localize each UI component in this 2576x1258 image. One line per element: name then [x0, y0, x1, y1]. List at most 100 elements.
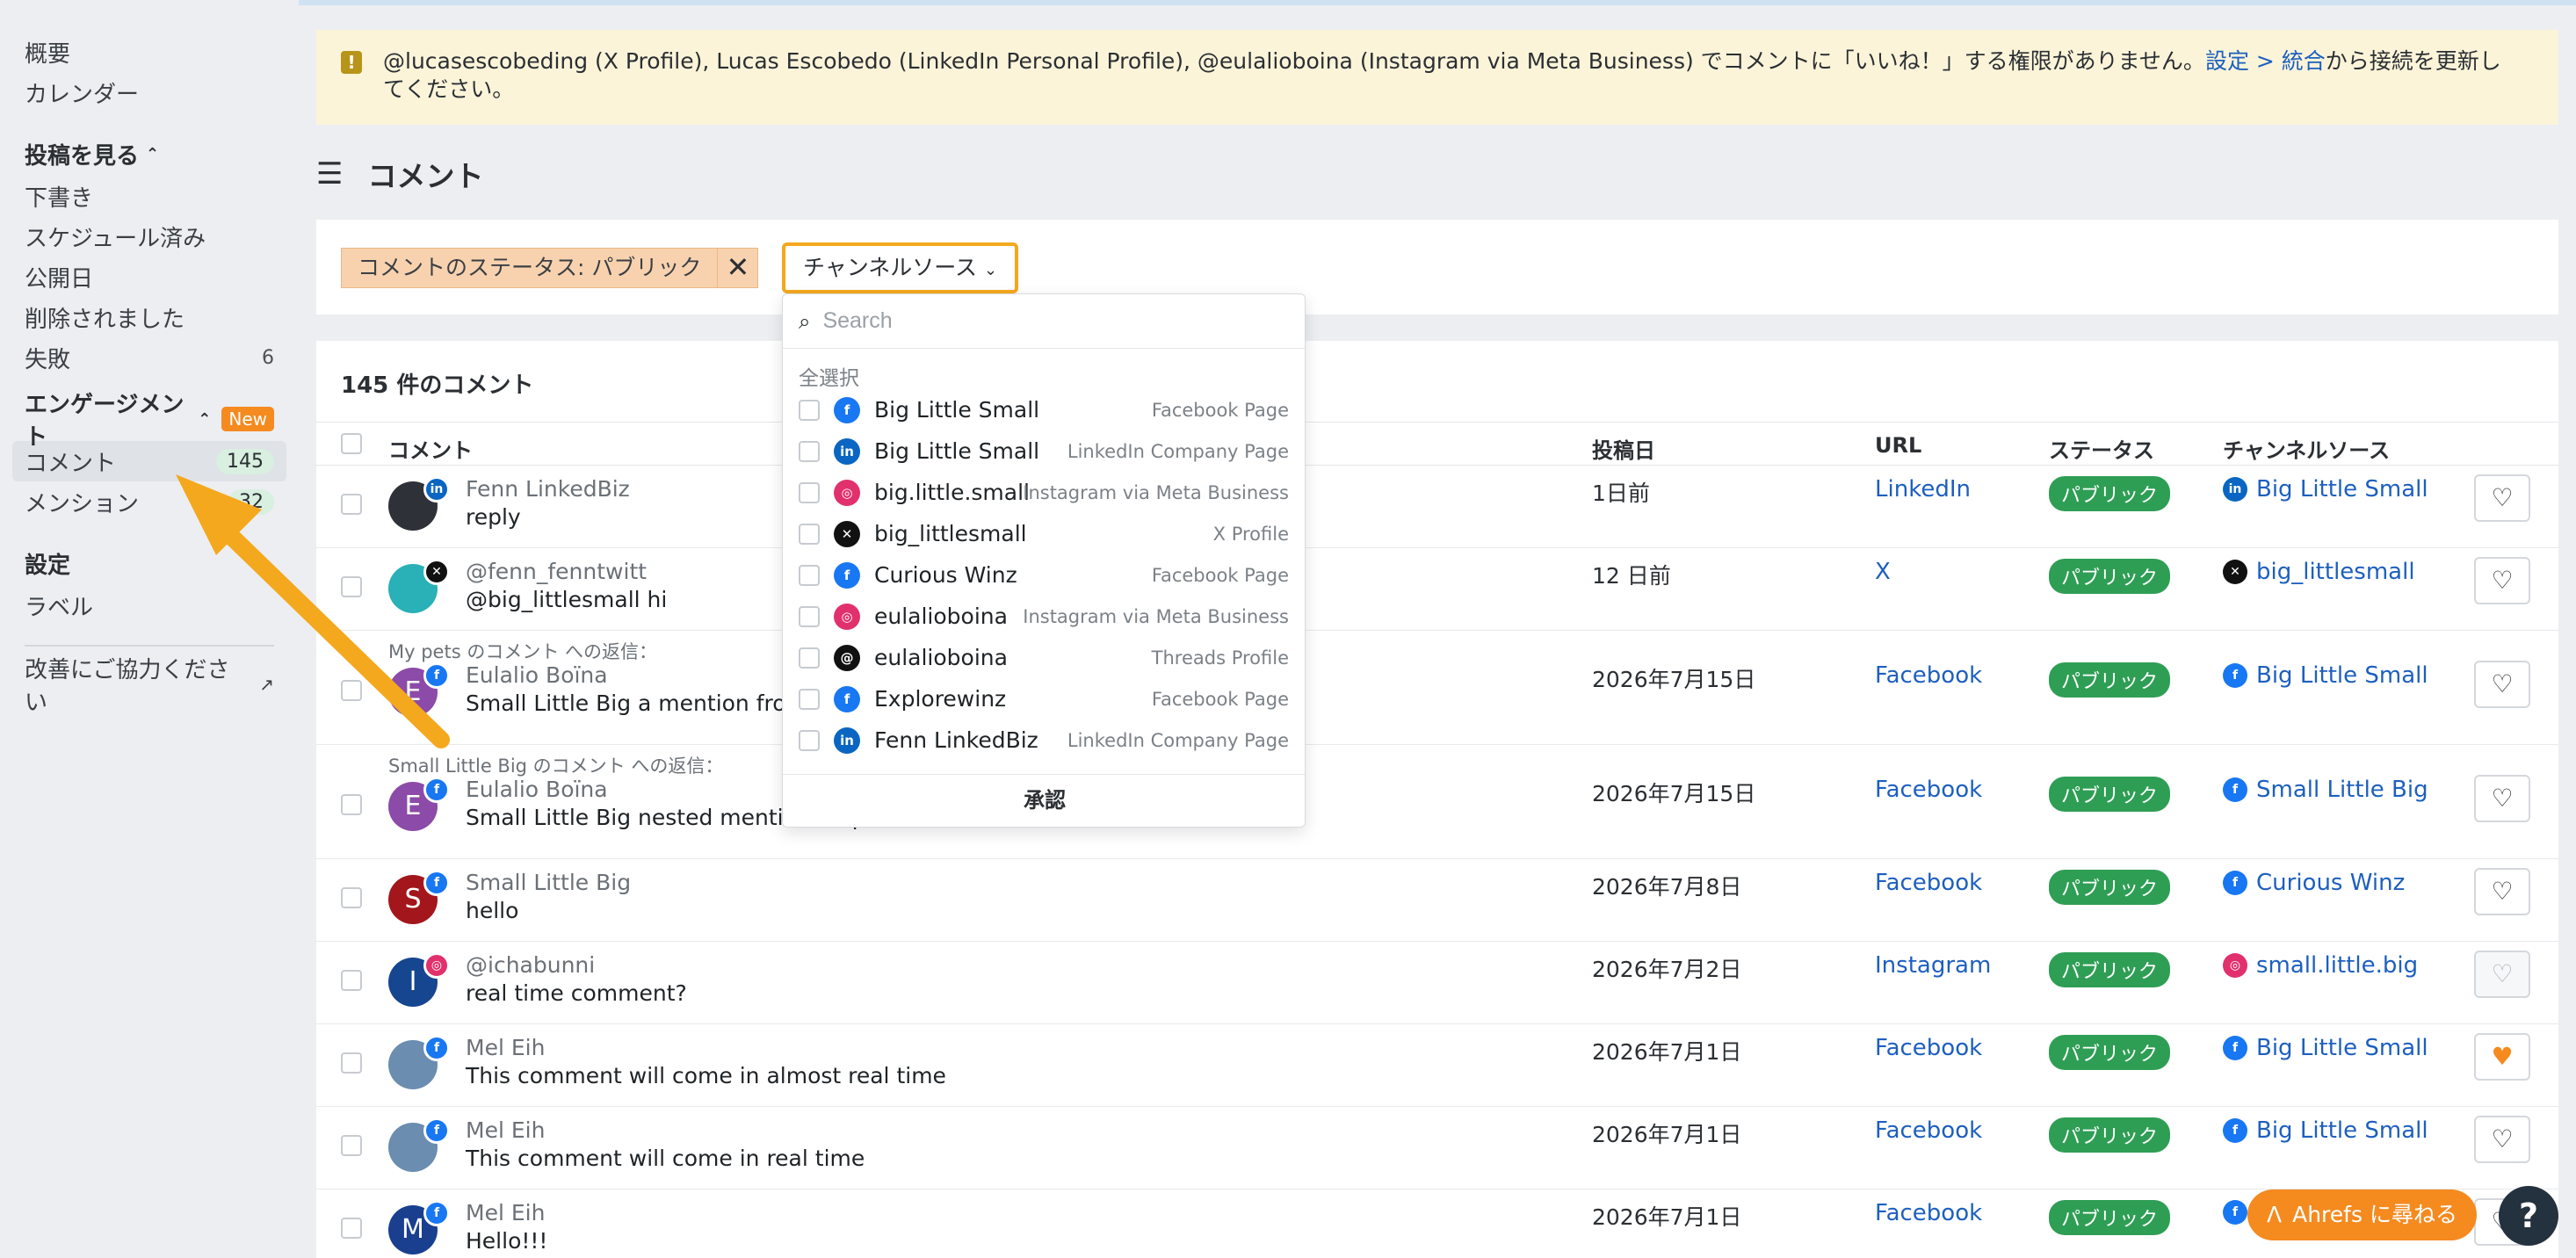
like-button[interactable]: ♡ — [2474, 951, 2530, 998]
like-button[interactable]: ♡ — [2474, 868, 2530, 915]
select-all-option[interactable]: 全選択 — [783, 349, 1305, 390]
row-checkbox[interactable] — [341, 794, 362, 815]
help-button[interactable]: ? — [2499, 1186, 2558, 1246]
table-row[interactable]: Small Little Big のコメント への返信： Ef Eulalio Bo… — [316, 745, 2558, 859]
sidebar-item-mentions[interactable]: メンション 32 — [12, 481, 286, 522]
table-row[interactable]: f Mel Eih This comment will come in real t… — [316, 1107, 2558, 1189]
like-button[interactable]: ♡ — [2474, 661, 2530, 708]
like-button[interactable]: ♥ — [2474, 1033, 2530, 1081]
option-checkbox[interactable] — [799, 399, 820, 421]
sidebar-item-scheduled[interactable]: スケジュール済み — [12, 216, 286, 257]
column-header-channel[interactable]: チャンネルソース — [2223, 433, 2390, 464]
row-checkbox[interactable] — [341, 494, 362, 515]
option-checkbox[interactable] — [799, 523, 820, 545]
channel-source-link[interactable]: f Big Little Small — [2223, 1117, 2428, 1144]
channel-source-link[interactable]: ◎ small.little.big — [2223, 952, 2418, 979]
channel-source-link[interactable]: f Small Little Big — [2223, 777, 2428, 803]
post-url-link[interactable]: Facebook — [1875, 1035, 1982, 1061]
channel-option[interactable]: in Fenn LinkedBiz LinkedIn Company Page — [783, 719, 1305, 761]
channel-source-link[interactable]: f Big Little Small — [2223, 1035, 2428, 1061]
channel-option[interactable]: f Explorewinz Facebook Page — [783, 678, 1305, 719]
sidebar-item-calendar[interactable]: カレンダー — [12, 72, 286, 112]
sidebar-item-deleted[interactable]: 削除されました — [12, 297, 286, 337]
comment-author[interactable]: Fenn LinkedBiz — [466, 476, 630, 502]
channel-source-filter-button[interactable]: チャンネルソース ⌄ — [782, 242, 1019, 293]
table-row[interactable]: Sf Small Little Big hello 2026年7月8日 Facebook… — [316, 859, 2558, 942]
channel-option[interactable]: ◎ eulalioboina Instagram via Meta Business — [783, 596, 1305, 637]
like-button[interactable]: ♡ — [2474, 775, 2530, 822]
option-checkbox[interactable] — [799, 440, 820, 462]
option-checkbox[interactable] — [799, 605, 820, 627]
channel-option[interactable]: f Curious Winz Facebook Page — [783, 554, 1305, 596]
post-url-link[interactable]: X — [1875, 559, 1891, 585]
comment-author[interactable]: @fenn_fenntwitt — [466, 559, 647, 584]
column-header-date[interactable]: 投稿日 — [1592, 433, 1655, 464]
channel-option[interactable]: in Big Little Small LinkedIn Company Page — [783, 430, 1305, 472]
table-row[interactable]: ✕ @fenn_fenntwitt @big_littlesmall hi 12 日前… — [316, 548, 2558, 631]
column-header-comment[interactable]: コメント — [388, 433, 473, 464]
channel-option[interactable]: @ eulalioboina Threads Profile — [783, 637, 1305, 678]
table-row[interactable]: Mf Mel Eih Hello!!! 2026年7月1日 Facebook パブリック f… — [316, 1189, 2558, 1258]
post-url-link[interactable]: Facebook — [1875, 777, 1982, 803]
like-button[interactable]: ♡ — [2474, 474, 2530, 522]
row-checkbox[interactable] — [341, 576, 362, 597]
sidebar-item-overview[interactable]: 概要 — [12, 32, 286, 72]
row-checkbox[interactable] — [341, 1218, 362, 1239]
sidebar-section-engagement[interactable]: エンゲージメント ⌃ New — [12, 392, 286, 451]
ask-ahrefs-button[interactable]: Λ Ahrefs に尋ねる — [2247, 1189, 2477, 1240]
channel-source-link[interactable]: ✕ big_littlesmall — [2223, 559, 2415, 585]
row-checkbox[interactable] — [341, 887, 362, 908]
post-url-link[interactable]: Facebook — [1875, 1200, 1982, 1226]
channel-source-link[interactable]: f Curious Winz — [2223, 870, 2405, 896]
select-all-checkbox[interactable] — [341, 433, 362, 454]
table-row[interactable]: in Fenn LinkedBiz reply 1日前 LinkedIn パブリック in B… — [316, 466, 2558, 548]
sidebar-item-drafts[interactable]: 下書き — [12, 176, 286, 216]
integrations-link[interactable]: 設定 > 統合 — [2205, 48, 2326, 74]
comment-author[interactable]: Mel Eih — [466, 1200, 545, 1225]
close-icon[interactable]: ✕ — [718, 248, 759, 288]
column-header-status[interactable]: ステータス — [2049, 433, 2154, 464]
sidebar-section-posts[interactable]: 投稿を見る ⌃ — [12, 132, 286, 176]
comment-author[interactable]: Eulalio Boïna — [466, 777, 608, 802]
channel-option[interactable]: ✕ big_littlesmall X Profile — [783, 513, 1305, 554]
post-url-link[interactable]: Facebook — [1875, 662, 1982, 689]
option-checkbox[interactable] — [799, 564, 820, 586]
status-filter-label[interactable]: コメントのステータス: パブリック — [341, 248, 719, 288]
dropdown-list[interactable]: f Big Little Small Facebook Page in Big Litt… — [783, 389, 1305, 784]
feedback-link[interactable]: 改善にご協力ください ↗ — [12, 657, 286, 716]
table-row[interactable]: My pets のコメント への返信： Ef Eulalio Boïna Small … — [316, 631, 2558, 745]
row-checkbox[interactable] — [341, 970, 362, 991]
like-button[interactable]: ♡ — [2474, 557, 2530, 604]
post-url-link[interactable]: Facebook — [1875, 870, 1982, 896]
table-row[interactable]: f Mel Eih This comment will come in almost… — [316, 1024, 2558, 1107]
sidebar-item-published[interactable]: 公開日 — [12, 257, 286, 297]
option-checkbox[interactable] — [799, 481, 820, 503]
facebook-icon: f — [834, 561, 860, 589]
option-checkbox[interactable] — [799, 688, 820, 710]
comment-author[interactable]: Mel Eih — [466, 1117, 545, 1143]
post-url-link[interactable]: Facebook — [1875, 1117, 1982, 1144]
approve-button[interactable]: 承認 — [783, 774, 1305, 827]
comment-author[interactable]: Eulalio Boïna — [466, 662, 608, 688]
row-checkbox[interactable] — [341, 1135, 362, 1156]
channel-option[interactable]: f Big Little Small Facebook Page — [783, 389, 1305, 430]
menu-icon[interactable]: ☰ — [316, 156, 343, 192]
post-url-link[interactable]: LinkedIn — [1875, 476, 1971, 502]
sidebar-item-labels[interactable]: ラベル — [12, 585, 286, 625]
sidebar-item-failed[interactable]: 失敗 6 — [12, 337, 286, 378]
like-button[interactable]: ♡ — [2474, 1116, 2530, 1163]
channel-option[interactable]: ◎ big.little.small Instagram via Meta Busi… — [783, 472, 1305, 513]
comment-author[interactable]: @ichabunni — [466, 952, 595, 978]
column-header-url[interactable]: URL — [1875, 433, 1921, 458]
channel-source-link[interactable]: in Big Little Small — [2223, 476, 2428, 502]
row-checkbox[interactable] — [341, 1052, 362, 1074]
comment-author[interactable]: Small Little Big — [466, 870, 631, 895]
option-checkbox[interactable] — [799, 729, 820, 751]
post-url-link[interactable]: Instagram — [1875, 952, 1991, 979]
row-checkbox[interactable] — [341, 680, 362, 701]
search-input[interactable] — [822, 308, 1245, 334]
table-row[interactable]: I ◎ @ichabunni real time comment? 2026年7月2日 I… — [316, 942, 2558, 1024]
option-checkbox[interactable] — [799, 647, 820, 669]
channel-source-link[interactable]: f Big Little Small — [2223, 662, 2428, 689]
comment-author[interactable]: Mel Eih — [466, 1035, 545, 1060]
